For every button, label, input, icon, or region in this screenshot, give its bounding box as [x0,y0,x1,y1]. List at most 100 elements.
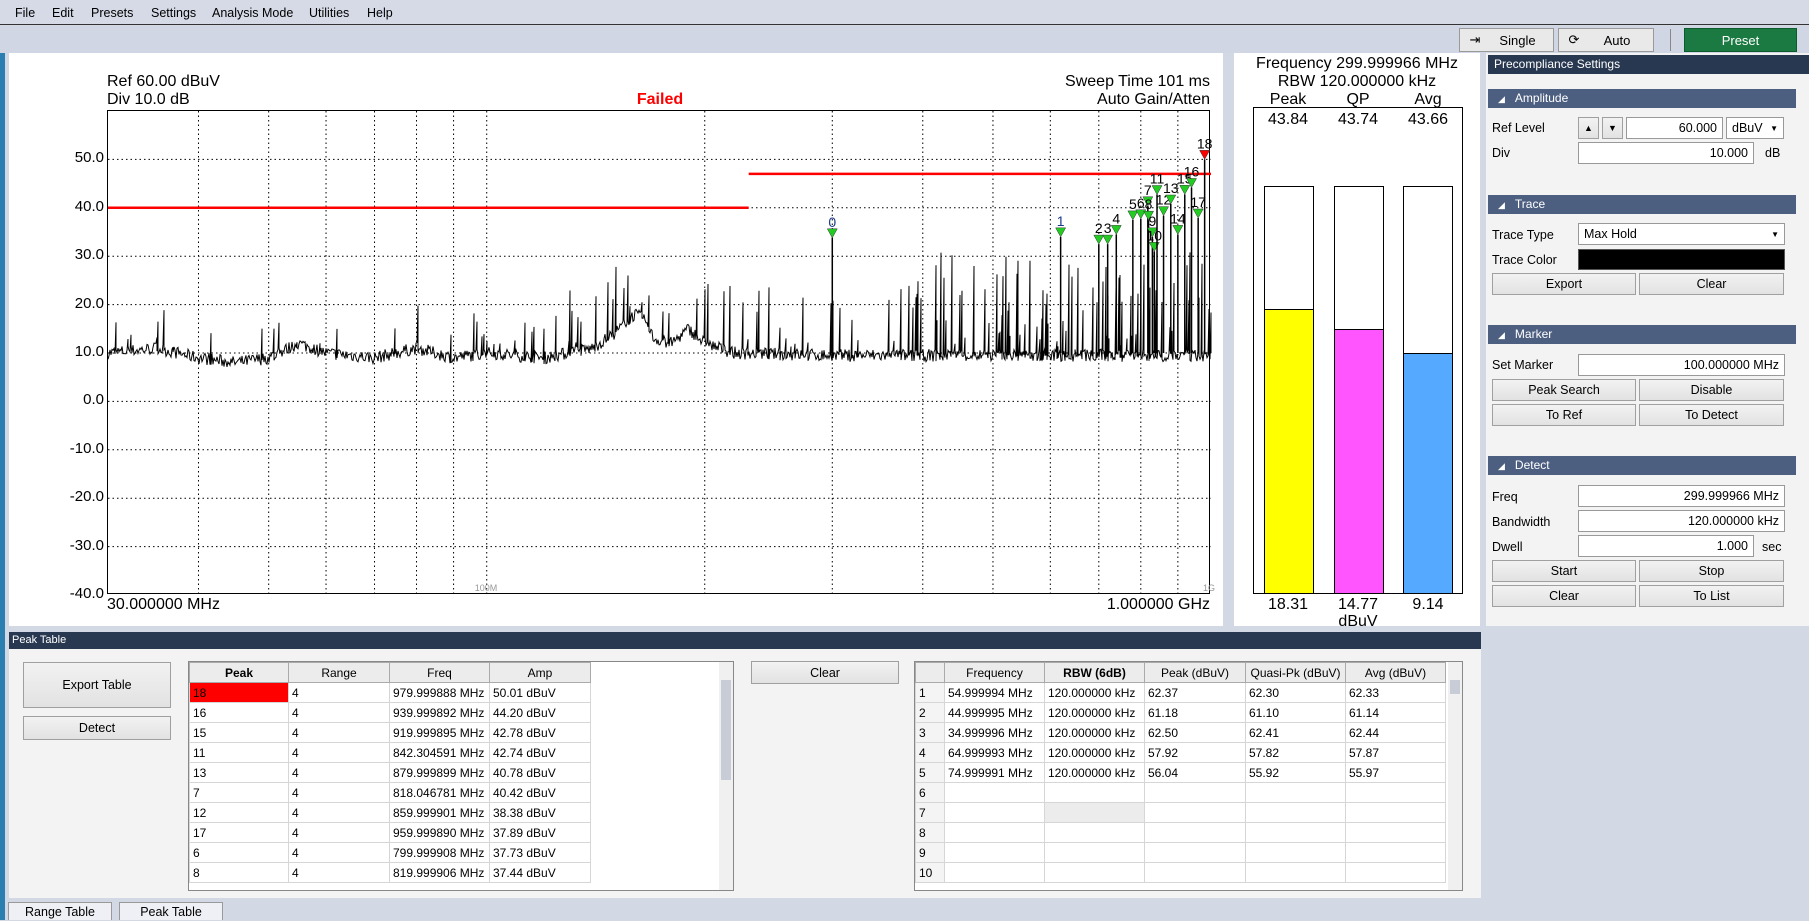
table-cell[interactable] [1245,862,1346,883]
detect-clear-button[interactable]: Clear [1492,585,1636,607]
column-header[interactable]: Quasi-Pk (dBuV) [1245,662,1346,683]
marker-5-icon[interactable] [1127,210,1139,221]
table-cell[interactable]: 819.999906 MHz [389,862,490,883]
detect-row[interactable]: 3 34.999996 MHz 120.000000 kHz 62.50 62.41 62… [915,722,1446,743]
table-cell[interactable] [944,822,1045,843]
table-cell[interactable]: 44.999995 MHz [944,702,1045,723]
table-cell[interactable] [1245,842,1346,863]
table-cell[interactable]: 120.000000 kHz [1044,762,1145,783]
menu-analysis-mode[interactable]: Analysis Mode [212,6,293,20]
table-cell[interactable] [1245,802,1346,823]
trace-color-swatch[interactable] [1578,249,1785,270]
disable-marker-button[interactable]: Disable [1639,379,1784,401]
column-header[interactable]: Range [288,662,390,683]
table-cell[interactable]: 4 [288,822,390,843]
table-cell[interactable]: 3 [915,722,945,743]
peak-table[interactable]: Peak Range Freq Amp 18 4 979.999888 MHz 50.01 d… [188,661,734,891]
marker-18-icon[interactable] [1199,150,1211,160]
ref-level-input[interactable]: 60.000 [1626,117,1723,139]
table-cell[interactable]: 842.304591 MHz [389,742,490,763]
ref-unit-select[interactable]: dBuV ▼ [1726,117,1784,139]
peak-row[interactable]: 16 4 939.999892 MHz 44.20 dBuV [189,702,591,723]
table-cell[interactable]: 4 [288,702,390,723]
table-cell[interactable] [1345,782,1446,803]
table-cell[interactable]: 4 [288,762,390,783]
menu-utilities[interactable]: Utilities [309,6,349,20]
table-cell[interactable]: 16 [189,702,289,723]
table-cell[interactable]: 9 [915,842,945,863]
detect-stop-button[interactable]: Stop [1639,560,1784,582]
auto-sweep-button[interactable]: ⟳ Auto [1558,28,1654,52]
table-cell[interactable]: 7 [189,782,289,803]
table-cell[interactable]: 12 [189,802,289,823]
table-cell[interactable]: 6 [915,782,945,803]
table-cell[interactable] [944,862,1045,883]
table-cell[interactable]: 42.78 dBuV [489,722,591,743]
table-cell[interactable]: 50.01 dBuV [489,682,591,703]
trace-clear-button[interactable]: Clear [1639,273,1784,295]
table-cell[interactable]: 17 [189,822,289,843]
table-cell[interactable]: 40.78 dBuV [489,762,591,783]
bandwidth-input[interactable]: 120.000000 kHz [1578,510,1785,532]
ref-level-up-button[interactable]: ▲ [1578,117,1599,139]
table-cell[interactable]: 6 [189,842,289,863]
table-cell[interactable]: 62.41 [1245,722,1346,743]
table-cell[interactable] [1144,822,1246,843]
table-cell[interactable]: 18 [189,682,289,703]
marker-section[interactable]: ◢ Marker [1488,325,1796,344]
peak-row[interactable]: 13 4 879.999899 MHz 40.78 dBuV [189,762,591,783]
table-cell[interactable]: 4 [288,842,390,863]
table-cell[interactable]: 5 [915,762,945,783]
column-header[interactable]: Peak [189,662,289,683]
clear-detect-list-button[interactable]: Clear [751,661,899,684]
detect-results-table[interactable]: Frequency RBW (6dB) Peak (dBuV) Quasi-Pk (d… [914,661,1463,891]
detect-freq-input[interactable]: 299.999966 MHz [1578,485,1785,507]
table-cell[interactable]: 10 [915,862,945,883]
table-cell[interactable]: 15 [189,722,289,743]
detect-row[interactable]: 5 74.999991 MHz 120.000000 kHz 56.04 55.92 55… [915,762,1446,783]
column-header[interactable]: Peak (dBuV) [1144,662,1246,683]
table-cell[interactable]: 859.999901 MHz [389,802,490,823]
table-cell[interactable]: 959.999890 MHz [389,822,490,843]
table-cell[interactable]: 74.999991 MHz [944,762,1045,783]
menu-help[interactable]: Help [367,6,393,20]
trace-section[interactable]: ◢ Trace [1488,195,1796,214]
peak-row[interactable]: 6 4 799.999908 MHz 37.73 dBuV [189,842,591,863]
table-cell[interactable]: 34.999996 MHz [944,722,1045,743]
peak-row[interactable]: 12 4 859.999901 MHz 38.38 dBuV [189,802,591,823]
table-cell[interactable]: 4 [288,802,390,823]
table-cell[interactable]: 919.999895 MHz [389,722,490,743]
marker-12-icon[interactable] [1158,206,1169,217]
detect-button[interactable]: Detect [23,716,171,740]
table-cell[interactable]: 56.04 [1144,762,1246,783]
trace-export-button[interactable]: Export [1492,273,1636,295]
table-cell[interactable] [1245,822,1346,843]
table-cell[interactable]: 62.33 [1345,682,1446,703]
table-cell[interactable]: 61.18 [1144,702,1246,723]
detect-start-button[interactable]: Start [1492,560,1636,582]
detect-row[interactable]: 10 [915,862,1446,883]
table-cell[interactable]: 55.97 [1345,762,1446,783]
table-cell[interactable]: 37.44 dBuV [489,862,591,883]
table-cell[interactable]: 1 [915,682,945,703]
table-cell[interactable]: 57.92 [1144,742,1246,763]
table-cell[interactable]: 62.50 [1144,722,1246,743]
tab-range-table[interactable]: Range Table [8,902,112,920]
table-cell[interactable]: 7 [915,802,945,823]
peak-row[interactable]: 18 4 979.999888 MHz 50.01 dBuV [189,682,591,703]
table-cell[interactable]: 38.38 dBuV [489,802,591,823]
peak-row[interactable]: 17 4 959.999890 MHz 37.89 dBuV [189,822,591,843]
menu-settings[interactable]: Settings [151,6,196,20]
detect-row[interactable]: 7 [915,802,1446,823]
column-header[interactable]: Freq [389,662,490,683]
table-cell[interactable]: 37.89 dBuV [489,822,591,843]
trace-type-select[interactable]: Max Hold ▼ [1578,223,1785,245]
table-cell[interactable] [1245,782,1346,803]
menu-edit[interactable]: Edit [52,6,74,20]
detect-row[interactable]: 4 64.999993 MHz 120.000000 kHz 57.92 57.82 57… [915,742,1446,763]
marker-14-icon[interactable] [1172,225,1184,235]
marker-0-icon[interactable] [826,228,838,239]
table-cell[interactable] [1044,802,1145,823]
column-header[interactable]: Frequency [944,662,1045,683]
detect-row[interactable]: 8 [915,822,1446,843]
